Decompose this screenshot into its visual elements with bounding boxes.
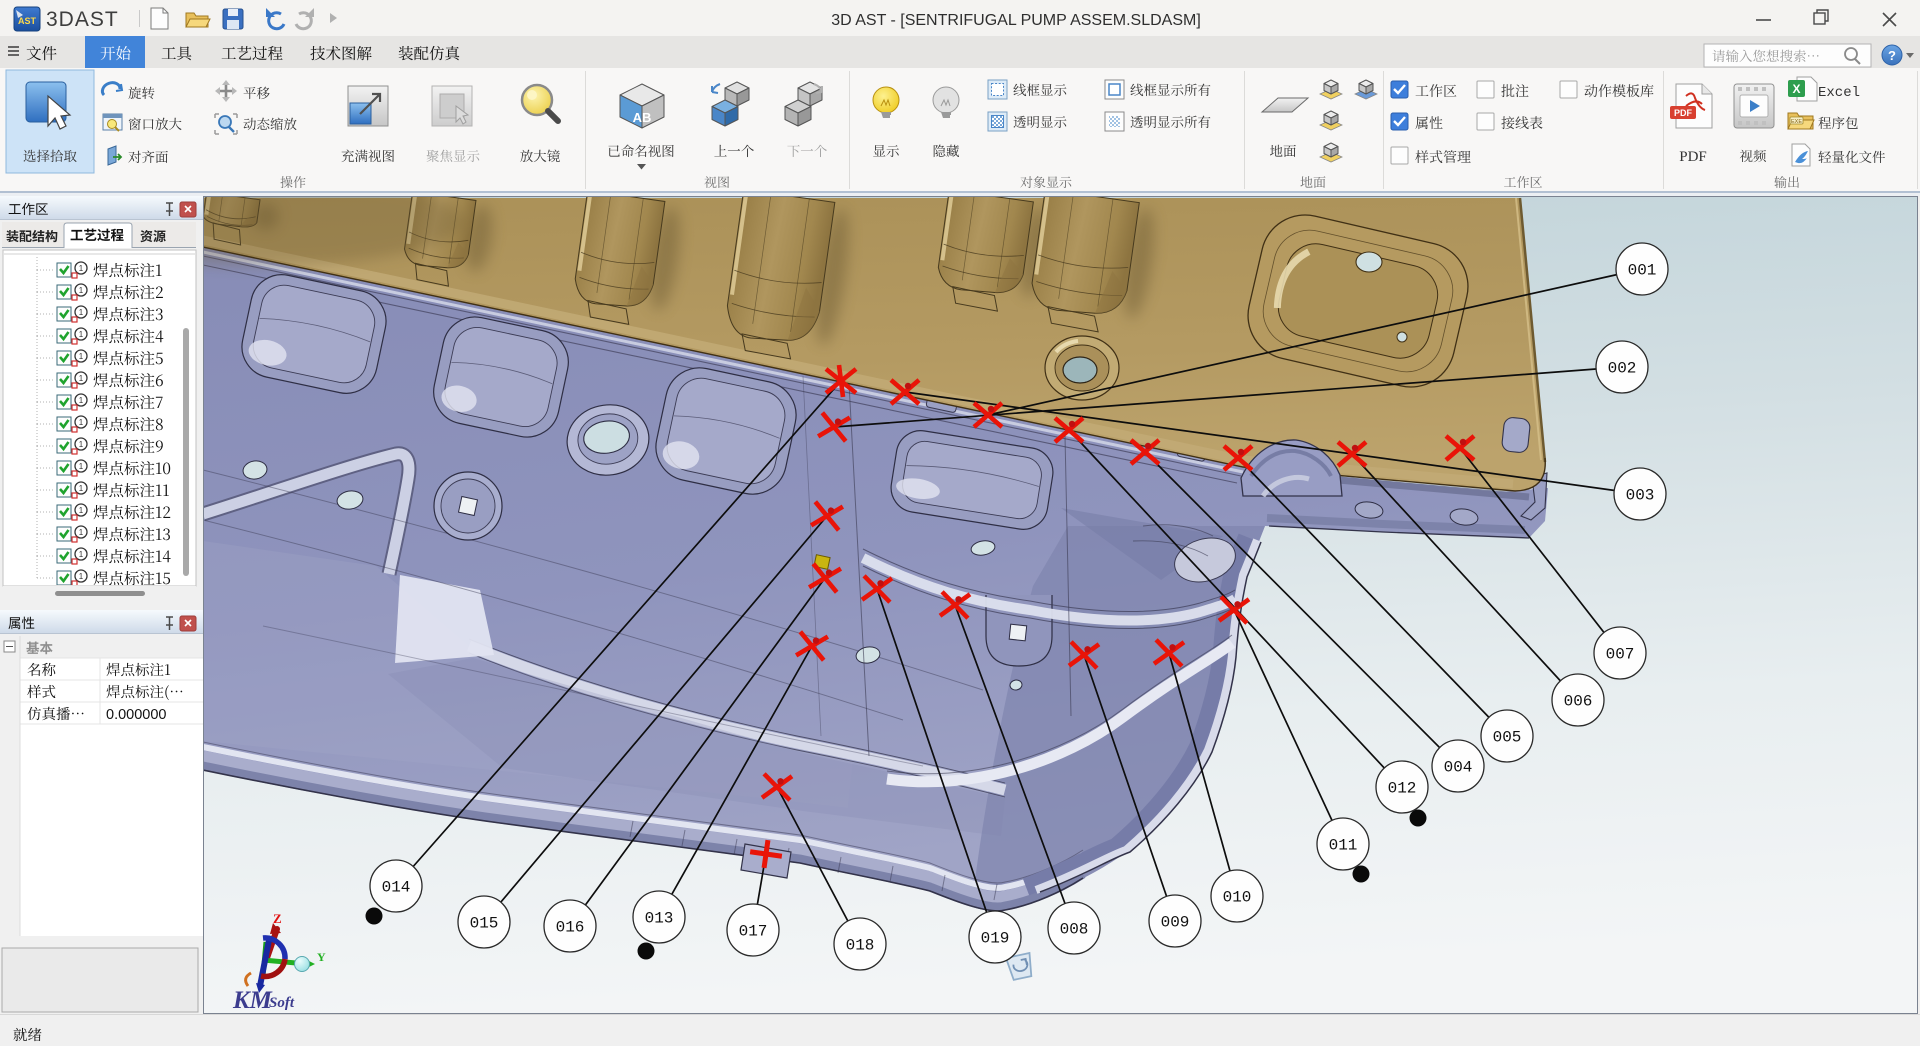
svg-text:1: 1 xyxy=(79,374,84,383)
svg-text:1: 1 xyxy=(79,550,84,559)
svg-text:PDF: PDF xyxy=(1674,108,1693,118)
svg-text:X: X xyxy=(1792,82,1800,96)
svg-text:1: 1 xyxy=(79,462,84,471)
svg-text:001: 001 xyxy=(1628,262,1657,280)
svg-text:009: 009 xyxy=(1161,914,1190,932)
svg-text:005: 005 xyxy=(1493,729,1522,747)
svg-text:1: 1 xyxy=(79,396,84,405)
svg-text:011: 011 xyxy=(1329,837,1358,855)
svg-text:015: 015 xyxy=(470,915,499,933)
svg-text:?: ? xyxy=(1888,48,1896,63)
svg-text:010: 010 xyxy=(1223,889,1252,907)
svg-text:1: 1 xyxy=(79,440,84,449)
svg-text:1: 1 xyxy=(79,264,84,273)
svg-text:019: 019 xyxy=(981,930,1010,948)
svg-text:1: 1 xyxy=(79,330,84,339)
svg-text:017: 017 xyxy=(739,923,768,941)
svg-text:1: 1 xyxy=(79,308,84,317)
svg-text:KM: KM xyxy=(232,987,273,1014)
svg-text:007: 007 xyxy=(1606,646,1635,664)
svg-text:013: 013 xyxy=(645,910,674,928)
svg-text:1: 1 xyxy=(79,528,84,537)
svg-text:014: 014 xyxy=(382,879,411,897)
svg-text:003: 003 xyxy=(1626,487,1655,505)
svg-text:1: 1 xyxy=(79,484,84,493)
svg-text:AB: AB xyxy=(633,110,652,125)
svg-text:1: 1 xyxy=(79,286,84,295)
svg-text:012: 012 xyxy=(1388,780,1417,798)
svg-text:016: 016 xyxy=(556,919,585,937)
svg-text:008: 008 xyxy=(1060,921,1089,939)
svg-text:004: 004 xyxy=(1444,759,1473,777)
svg-text:Z: Z xyxy=(273,911,282,926)
svg-text:1: 1 xyxy=(79,418,84,427)
svg-text:002: 002 xyxy=(1608,360,1637,378)
svg-text:AST: AST xyxy=(18,16,37,26)
svg-text:0.000000: 0.000000 xyxy=(106,707,166,723)
svg-text:1: 1 xyxy=(79,572,84,581)
svg-text:Soft: Soft xyxy=(269,995,295,1011)
svg-text:006: 006 xyxy=(1564,693,1593,711)
svg-text:018: 018 xyxy=(846,937,875,955)
svg-text:1: 1 xyxy=(79,506,84,515)
svg-text:3DAST: 3DAST xyxy=(46,8,119,31)
svg-text:Excel: Excel xyxy=(1818,85,1860,101)
svg-text:EXE: EXE xyxy=(1791,119,1802,125)
svg-text:1: 1 xyxy=(79,352,84,361)
svg-text:3D AST - [SENTRIFUGAL PUMP ASS: 3D AST - [SENTRIFUGAL PUMP ASSEM.SLDASM] xyxy=(831,12,1201,29)
svg-text:PDF: PDF xyxy=(1679,149,1707,165)
svg-text:Y: Y xyxy=(317,950,326,964)
